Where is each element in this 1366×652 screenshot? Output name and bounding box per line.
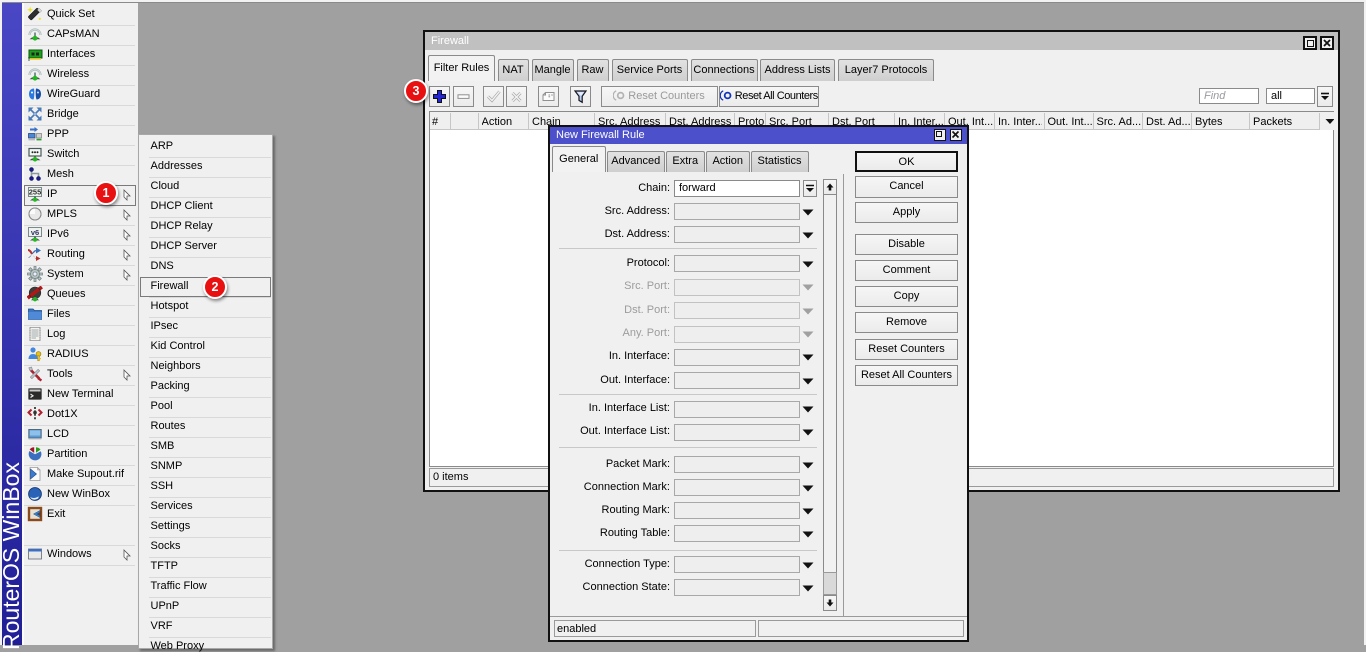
svg-text:v6: v6 [31, 228, 39, 237]
